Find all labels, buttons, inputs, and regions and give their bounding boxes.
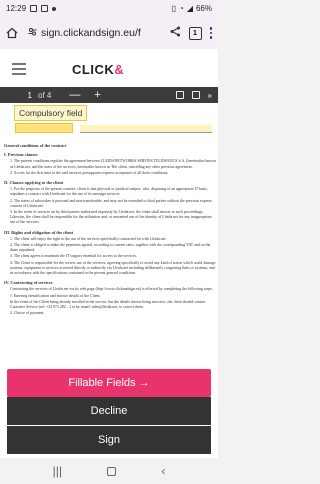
paragraph: 3. The client agrees to maintain the IT … xyxy=(10,254,137,259)
home-button-icon[interactable] xyxy=(107,466,117,476)
site-header: CLICK& xyxy=(0,49,218,87)
compulsory-field-tooltip: Compulsory field xyxy=(14,105,88,121)
document-title: General conditions of the contract xyxy=(4,143,67,148)
battery-level: 66% xyxy=(195,4,212,13)
site-logo[interactable]: CLICK& xyxy=(72,62,124,77)
paragraph: Contracting the services of Lleida.net v… xyxy=(10,287,213,292)
menu-icon[interactable] xyxy=(209,27,212,39)
status-time: 12:29 xyxy=(6,4,27,13)
recents-icon[interactable]: ||| xyxy=(53,464,62,478)
paragraph: 1. Entering identification and invoice d… xyxy=(10,293,101,298)
notification-icon xyxy=(41,5,49,12)
hamburger-menu-icon[interactable] xyxy=(12,63,26,78)
paragraph: 2. The status of subscriber is personal … xyxy=(10,198,212,208)
tab-switcher-button[interactable]: 1 xyxy=(188,26,202,40)
section-heading: III. Rights and obligation of the client xyxy=(4,229,74,235)
pdf-toolbar: 1 of 4 — + » xyxy=(0,87,218,103)
home-icon[interactable] xyxy=(4,25,20,41)
section-heading: II. Clauses applying to the client xyxy=(4,180,64,186)
address-bar[interactable]: sign.clickandsign.eu/f xyxy=(24,22,166,44)
page-number-input[interactable]: 1 xyxy=(20,91,32,100)
paragraph: 3. In the event of services set by third… xyxy=(10,210,212,225)
section-heading: I. Previous clauses xyxy=(4,152,38,158)
section-heading: IV. Contracting of services xyxy=(4,280,53,286)
page-total: of 4 xyxy=(38,90,52,100)
more-icon[interactable]: » xyxy=(208,91,212,100)
sign-button[interactable]: Sign xyxy=(7,426,211,454)
system-nav-bar: ||| ‹ xyxy=(0,458,218,484)
zoom-in-button[interactable]: + xyxy=(94,89,100,101)
zoom-out-button[interactable]: — xyxy=(69,89,80,101)
form-field-line[interactable] xyxy=(80,125,212,133)
vibrate-icon: ▯ xyxy=(171,4,176,13)
decline-button[interactable]: Decline xyxy=(7,397,211,425)
print-icon[interactable] xyxy=(175,90,184,99)
notification-icon xyxy=(30,5,38,12)
download-icon[interactable] xyxy=(191,90,200,99)
url-text: sign.clickandsign.eu/f xyxy=(41,27,141,39)
wifi-icon: ◔ xyxy=(178,4,184,13)
paragraph: 1. The client will enjoy the right to th… xyxy=(10,236,167,241)
dot-icon xyxy=(52,6,57,11)
paragraph: 2. Access for the first time to the said… xyxy=(10,170,169,175)
status-bar: 12:29 ▯ ◔ ◢ 66% xyxy=(0,0,218,17)
paragraph: 1. For the purposes of the present contr… xyxy=(10,187,208,197)
document-body: General conditions of the contract I. Pr… xyxy=(4,139,216,317)
site-settings-icon[interactable] xyxy=(28,27,37,39)
fillable-fields-button[interactable]: Fillable Fields → xyxy=(7,369,211,397)
back-icon[interactable]: ‹ xyxy=(161,464,165,478)
paragraph: 4. The Client is responsible for the cor… xyxy=(10,260,216,276)
paragraph: In the event of the Client being already… xyxy=(10,299,206,310)
share-icon[interactable] xyxy=(170,24,181,42)
compulsory-form-field[interactable] xyxy=(15,123,73,133)
signal-icon: ◢ xyxy=(186,4,193,13)
paragraph: 1. The present conditions regulate the a… xyxy=(10,159,216,169)
browser-toolbar: sign.clickandsign.eu/f 1 xyxy=(0,17,218,49)
paragraph: 2. Choice of payment. xyxy=(10,311,45,316)
paragraph: 2. The client is obliged to make the pay… xyxy=(10,243,211,253)
